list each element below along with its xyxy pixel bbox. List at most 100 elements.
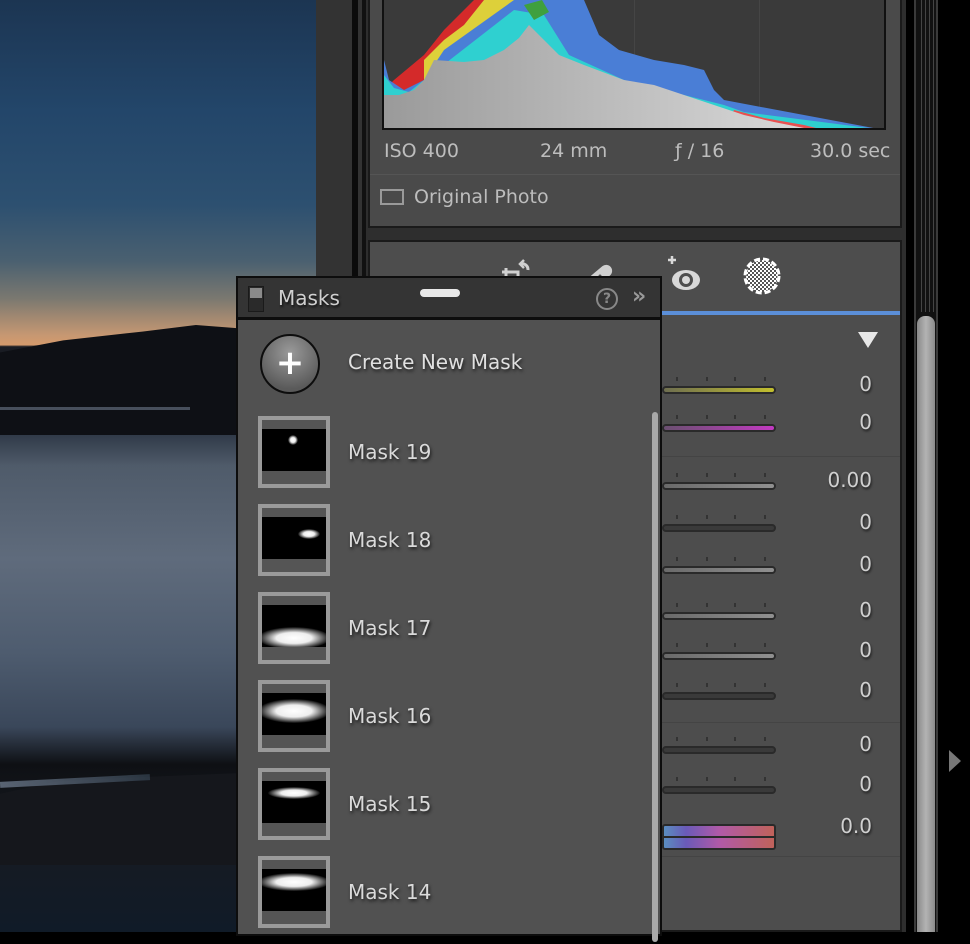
mask-overlay-toggle[interactable] (248, 286, 264, 312)
slider-tick (764, 683, 766, 687)
slider-tick (706, 683, 708, 687)
mask-shape (268, 787, 320, 799)
drag-handle-icon[interactable] (420, 289, 460, 297)
slider-tick (706, 415, 708, 419)
slider-tick (734, 515, 736, 519)
slider-tick (706, 603, 708, 607)
original-photo-checkbox[interactable] (380, 189, 404, 205)
mask-thumbnail-image (262, 429, 326, 471)
mask-circle-icon[interactable] (742, 256, 782, 296)
mask-thumbnail-image (262, 869, 326, 911)
mask-thumbnail[interactable] (258, 504, 330, 576)
slider-tick (676, 777, 678, 781)
slider-track[interactable] (662, 746, 776, 754)
masks-panel-title: Masks (278, 286, 340, 310)
slider-tick (764, 415, 766, 419)
slider-tick (764, 643, 766, 647)
slider-value[interactable]: 0 (859, 372, 872, 396)
slider-track[interactable] (662, 524, 776, 532)
slider-tick (706, 557, 708, 561)
slider-tick (734, 415, 736, 419)
mask-list-item[interactable]: Mask 14 (238, 856, 648, 944)
slider-value[interactable]: 0 (859, 410, 872, 434)
slider-tick (764, 377, 766, 381)
slider-ticks (662, 777, 776, 782)
create-new-mask-label[interactable]: Create New Mask (348, 350, 522, 374)
slider-ticks (662, 473, 776, 478)
help-icon[interactable]: ? (596, 288, 618, 310)
exif-shutter-speed: 30.0 sec (810, 140, 891, 162)
panel-scrollbar-thumb[interactable] (917, 316, 935, 932)
original-photo-toggle[interactable]: Original Photo (380, 186, 549, 208)
slider-value[interactable]: 0 (859, 678, 872, 702)
expand-right-panel-icon[interactable] (949, 750, 961, 772)
mask-list-item[interactable]: Mask 17 (238, 592, 648, 680)
create-new-mask-button[interactable]: + (260, 334, 320, 394)
slider-tick (734, 683, 736, 687)
mask-thumbnail[interactable] (258, 768, 330, 840)
expand-panel-icon[interactable]: » (632, 284, 646, 309)
panel-collapse-triangle-icon[interactable] (858, 332, 878, 348)
original-photo-label: Original Photo (414, 186, 549, 208)
mask-list-item[interactable]: Mask 18 (238, 504, 648, 592)
slider-track[interactable] (662, 424, 776, 432)
mask-thumbnail-image (262, 781, 326, 823)
mask-label: Mask 18 (348, 528, 432, 552)
slider-tick (676, 643, 678, 647)
mask-shape (262, 627, 326, 647)
mask-thumbnail[interactable] (258, 416, 330, 488)
histogram[interactable] (382, 0, 886, 130)
slider-group-separator (662, 456, 900, 457)
slider-tick (706, 515, 708, 519)
mask-thumbnail-image (262, 693, 326, 735)
slider-tick (706, 377, 708, 381)
slider-track[interactable] (662, 786, 776, 794)
eye-plus-icon[interactable] (664, 256, 704, 296)
slider-value[interactable]: 0 (859, 510, 872, 534)
exif-aperture: ƒ / 16 (675, 140, 725, 162)
slider-tick (764, 777, 766, 781)
slider-track[interactable] (662, 692, 776, 700)
slider-track[interactable] (662, 386, 776, 394)
mask-label: Mask 15 (348, 792, 432, 816)
slider-value[interactable]: 0 (859, 598, 872, 622)
mask-list-item[interactable]: Mask 15 (238, 768, 648, 856)
exif-iso: ISO 400 (384, 140, 459, 162)
slider-track[interactable] (662, 482, 776, 490)
mask-list-item[interactable]: Mask 16 (238, 680, 648, 768)
slider-value[interactable]: 0 (859, 552, 872, 576)
masks-panel-header[interactable]: Masks ? » (238, 278, 660, 320)
slider-value[interactable]: 0 (859, 732, 872, 756)
mask-thumbnail[interactable] (258, 680, 330, 752)
slider-group-separator (662, 722, 900, 723)
slider-tick (706, 777, 708, 781)
slider-tick (676, 683, 678, 687)
slider-tick (676, 415, 678, 419)
slider-value[interactable]: 0.00 (827, 468, 872, 492)
mask-label: Mask 19 (348, 440, 432, 464)
slider-tick (676, 737, 678, 741)
slider-track[interactable] (662, 612, 776, 620)
slider-value[interactable]: 0.0 (840, 814, 872, 838)
mask-thumbnail[interactable] (258, 856, 330, 928)
slider-tick (676, 473, 678, 477)
slider-track[interactable] (662, 652, 776, 660)
slider-group-separator (662, 856, 900, 857)
masks-scrollbar[interactable] (652, 412, 658, 942)
create-new-mask-row[interactable]: + Create New Mask (238, 320, 660, 406)
mask-thumbnail[interactable] (258, 592, 330, 664)
slider-tick (734, 643, 736, 647)
slider-value[interactable]: 0 (859, 772, 872, 796)
exif-focal-length: 24 mm (540, 140, 608, 162)
slider-track[interactable] (662, 566, 776, 574)
mask-label: Mask 14 (348, 880, 432, 904)
panel-scrollbar-grip (918, 0, 934, 312)
slider-tick (764, 473, 766, 477)
active-tool-indicator (662, 311, 900, 315)
slider-ticks (662, 377, 776, 382)
slider-tick (764, 603, 766, 607)
hue-slider-track[interactable] (662, 824, 776, 850)
slider-tick (734, 377, 736, 381)
slider-value[interactable]: 0 (859, 638, 872, 662)
mask-list-item[interactable]: Mask 19 (238, 416, 648, 504)
